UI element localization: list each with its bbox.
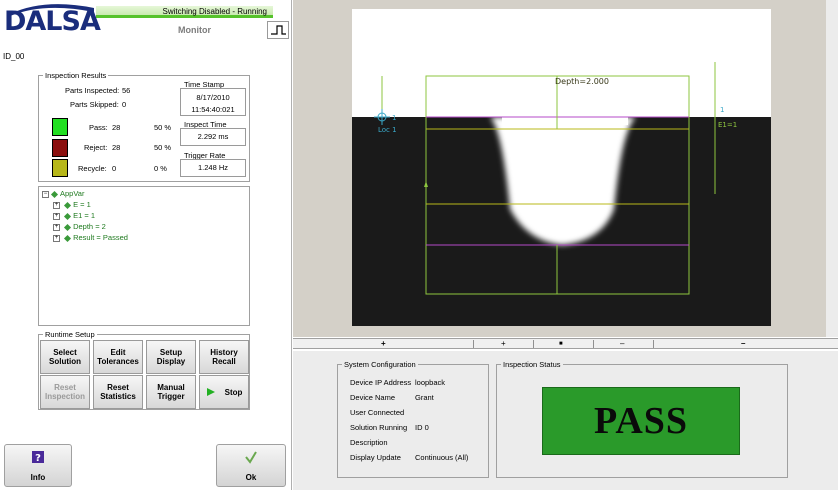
config-label: Device Name bbox=[350, 393, 396, 402]
zoom-out-button[interactable]: – bbox=[741, 339, 745, 349]
tree-root[interactable]: − AppVar bbox=[42, 189, 84, 198]
zoom-separator bbox=[593, 340, 594, 348]
history-recall-button[interactable]: History Recall bbox=[199, 340, 249, 374]
inspection-results-title: Inspection Results bbox=[43, 71, 109, 80]
expand-icon[interactable]: + bbox=[53, 223, 60, 231]
loc-tick-label: 1 bbox=[392, 114, 396, 122]
status-area: System Configuration Device IP Address l… bbox=[293, 351, 838, 490]
zoom-separator bbox=[473, 340, 474, 348]
reject-count: 28 bbox=[112, 143, 121, 152]
variable-icon bbox=[64, 201, 72, 209]
edit-tolerances-button[interactable]: Edit Tolerances bbox=[93, 340, 143, 374]
config-label: Device IP Address bbox=[350, 378, 412, 387]
expand-icon[interactable]: + bbox=[53, 234, 60, 242]
config-value: ID 0 bbox=[415, 423, 429, 432]
system-configuration-group: System Configuration Device IP Address l… bbox=[337, 360, 489, 478]
loc-overlay-label: Loc 1 bbox=[378, 126, 397, 134]
recycle-percent: 0 % bbox=[154, 164, 167, 173]
recycle-swatch bbox=[52, 159, 68, 177]
ok-button[interactable]: Ok bbox=[216, 444, 286, 487]
zoom-reset-button[interactable]: ■ bbox=[559, 339, 563, 349]
e1-tick-label: 1 bbox=[720, 106, 724, 114]
left-panel: DALSA Switching Disabled - Running Monit… bbox=[0, 0, 292, 490]
tree-item[interactable]: + Depth = 2 bbox=[53, 222, 106, 231]
stop-button[interactable]: Stop bbox=[199, 375, 249, 409]
config-label: Display Update bbox=[350, 453, 401, 462]
config-label: Solution Running bbox=[350, 423, 408, 432]
mode-title: Monitor bbox=[178, 25, 211, 35]
zoom-bar: + + ■ – – bbox=[293, 338, 838, 349]
zoom-in-button[interactable]: + bbox=[381, 339, 386, 349]
zoom-out-small-button[interactable]: – bbox=[620, 339, 624, 349]
expand-icon[interactable]: + bbox=[53, 201, 60, 209]
runtime-setup-title: Runtime Setup bbox=[43, 330, 97, 339]
variable-icon bbox=[64, 212, 72, 220]
tree-item[interactable]: + E = 1 bbox=[53, 200, 91, 209]
inspection-image-canvas: Depth=2.000 Loc 1 1 1 E1=1 bbox=[352, 9, 771, 326]
variable-icon bbox=[64, 234, 72, 242]
e1-overlay-label: E1=1 bbox=[718, 121, 737, 129]
reset-statistics-button[interactable]: Reset Statistics bbox=[93, 375, 143, 409]
config-value: Continuous (All) bbox=[415, 453, 469, 462]
image-viewport: Depth=2.000 Loc 1 1 1 E1=1 bbox=[293, 0, 838, 337]
status-bar: Switching Disabled - Running bbox=[96, 6, 273, 18]
timestamp-time: 11:54:40:021 bbox=[191, 105, 235, 114]
trigger-pulse-button[interactable] bbox=[267, 21, 289, 39]
system-configuration-title: System Configuration bbox=[342, 360, 418, 369]
zoom-separator bbox=[533, 340, 534, 348]
inspect-time-value: 2.292 ms bbox=[180, 128, 246, 146]
timestamp-date: 8/17/2010 bbox=[196, 93, 230, 102]
logo-swoosh-icon bbox=[10, 4, 94, 16]
timestamp-box: 8/17/2010 11:54:40:021 bbox=[180, 88, 246, 116]
tree-item[interactable]: + E1 = 1 bbox=[53, 211, 95, 220]
pass-count: 28 bbox=[112, 123, 121, 132]
pass-label: Pass: bbox=[89, 123, 108, 132]
setup-display-button[interactable]: Setup Display bbox=[146, 340, 196, 374]
inspection-image[interactable]: Depth=2.000 Loc 1 1 1 E1=1 bbox=[352, 9, 771, 326]
reject-percent: 50 % bbox=[154, 143, 172, 152]
pulse-icon bbox=[271, 25, 286, 35]
config-value: loopback bbox=[415, 378, 446, 387]
zoom-in-small-button[interactable]: + bbox=[501, 339, 506, 349]
right-panel: Depth=2.000 Loc 1 1 1 E1=1 + + ■ – – Sys… bbox=[293, 0, 838, 490]
config-label: User Connected bbox=[350, 408, 405, 417]
reject-swatch bbox=[52, 139, 68, 157]
select-solution-button[interactable]: Select Solution bbox=[40, 340, 90, 374]
runtime-setup-group: Runtime Setup Select Solution Edit Toleran… bbox=[38, 330, 250, 410]
device-id-label: ID_00 bbox=[3, 52, 25, 61]
parts-inspected-value: 56 bbox=[122, 86, 131, 95]
manual-trigger-button[interactable]: Manual Trigger bbox=[146, 375, 196, 409]
checkmark-icon bbox=[245, 451, 257, 464]
depth-overlay-label: Depth=2.000 bbox=[555, 77, 609, 86]
pass-indicator: PASS bbox=[542, 387, 740, 455]
pass-percent: 50 % bbox=[154, 123, 172, 132]
inspection-status-title: Inspection Status bbox=[501, 360, 563, 369]
reject-label: Reject: bbox=[84, 143, 108, 152]
config-value: Grant bbox=[415, 393, 434, 402]
parts-skipped-label: Parts Skipped: bbox=[70, 100, 119, 109]
config-label: Description bbox=[350, 438, 388, 447]
tree-item[interactable]: + Result = Passed bbox=[53, 233, 128, 242]
trigger-rate-value: 1.248 Hz bbox=[180, 159, 246, 177]
help-icon: ? bbox=[32, 451, 44, 464]
variable-icon bbox=[50, 190, 59, 198]
recycle-count: 0 bbox=[112, 164, 117, 173]
parts-inspected-label: Parts Inspected: bbox=[65, 86, 120, 95]
svg-text:?: ? bbox=[35, 453, 41, 464]
pass-swatch bbox=[52, 118, 68, 136]
parts-skipped-value: 0 bbox=[122, 100, 127, 109]
vertical-scrollbar[interactable] bbox=[826, 0, 838, 337]
reset-inspection-button[interactable]: Reset Inspection bbox=[40, 375, 90, 409]
zoom-separator bbox=[653, 340, 654, 348]
expand-icon[interactable]: + bbox=[53, 212, 60, 220]
info-button[interactable]: ? Info bbox=[4, 444, 72, 487]
appvar-tree[interactable]: − AppVar + E = 1 + E1 = 1 + Depth = 2 + R… bbox=[38, 186, 250, 326]
recycle-label: Recycle: bbox=[78, 164, 107, 173]
variable-icon bbox=[64, 223, 72, 231]
collapse-icon[interactable]: − bbox=[42, 190, 49, 198]
play-icon bbox=[206, 388, 215, 396]
inspection-results-group: Inspection Results Parts Inspected: 56 P… bbox=[38, 71, 250, 182]
